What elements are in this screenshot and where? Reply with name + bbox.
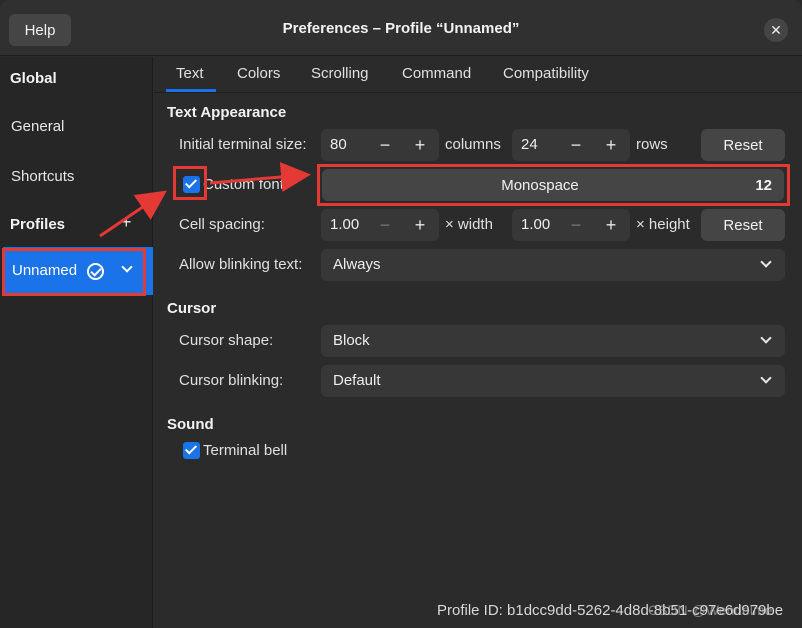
annotation-arrows [99, 162, 311, 238]
preferences-window: Help Preferences – Profile “Unnamed” ✕ G… [0, 0, 802, 628]
annotation-arrow-to-font [209, 162, 311, 192]
annotation-arrow-to-checkbox [99, 190, 167, 238]
